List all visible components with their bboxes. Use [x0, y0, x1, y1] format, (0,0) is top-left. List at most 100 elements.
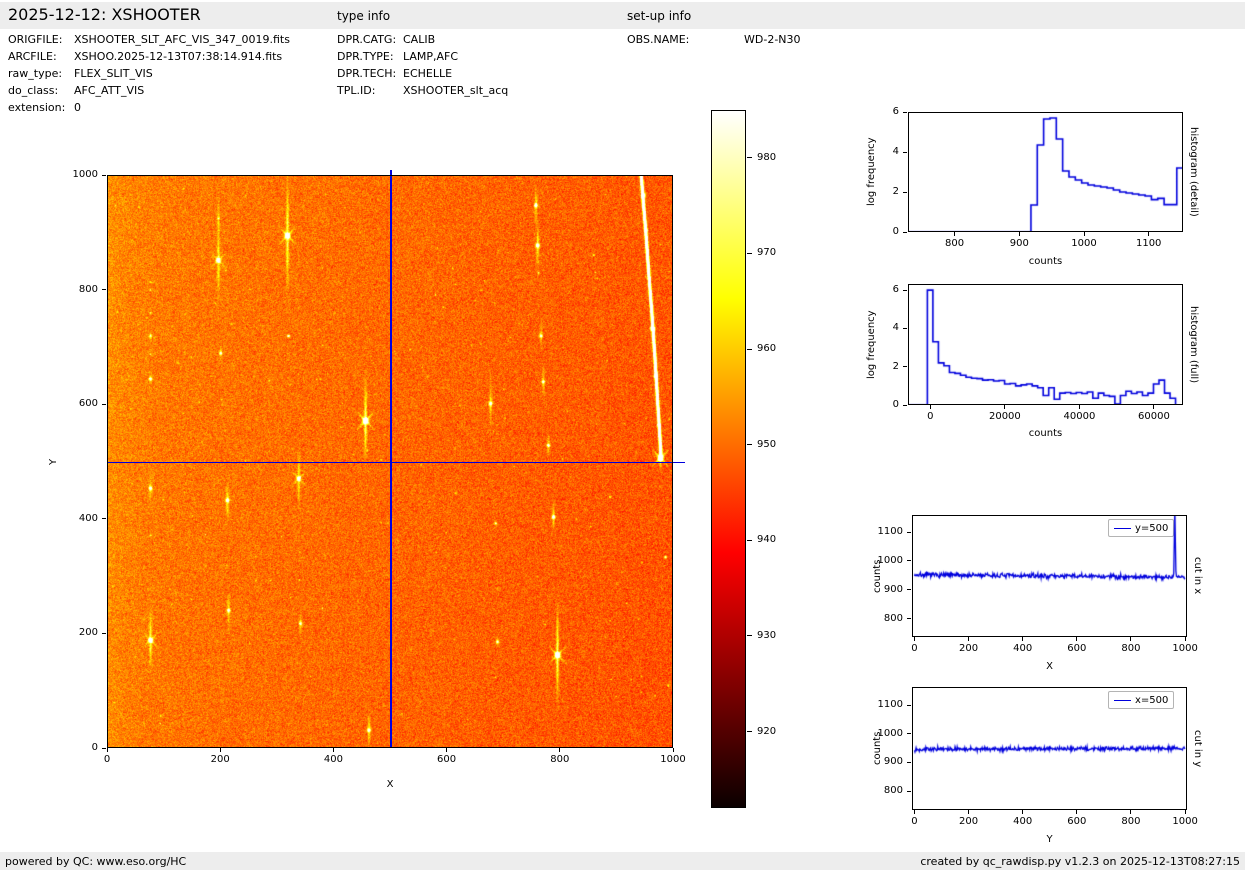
colorbar — [711, 110, 746, 808]
y-tick-mark — [907, 589, 911, 590]
x-tick-mark — [1076, 810, 1077, 814]
histogram-full-frame — [908, 284, 1183, 405]
y-tick-label: 0 — [58, 742, 98, 754]
x-tick-label: 20000 — [980, 411, 1030, 423]
histogram-detail-frame — [908, 112, 1183, 232]
y-tick-mark — [907, 791, 911, 792]
x-tick-mark — [1019, 232, 1020, 236]
y-tick-mark — [903, 192, 907, 193]
y-tick-label: 0 — [859, 226, 899, 238]
y-tick-mark — [102, 748, 106, 749]
meta-label: DPR.CATG: — [337, 33, 396, 46]
meta-value: XSHOOTER_SLT_AFC_VIS_347_0019.fits — [74, 33, 290, 46]
x-tick-mark — [220, 748, 221, 752]
meta-label: do_class: — [8, 84, 58, 97]
x-tick-mark — [446, 748, 447, 752]
colorbar-tick-mark — [747, 349, 752, 350]
meta-value: LAMP,AFC — [403, 50, 458, 63]
x-tick-mark — [954, 232, 955, 236]
x-tick-mark — [914, 637, 915, 641]
y-tick-label: 900 — [863, 756, 903, 768]
colorbar-tick-label: 940 — [757, 534, 776, 546]
cut-x-frame — [912, 515, 1187, 637]
cut-y-xlabel: Y — [912, 834, 1187, 845]
y-tick-mark — [907, 618, 911, 619]
x-tick-label: 0 — [905, 411, 955, 423]
y-tick-label: 1000 — [58, 169, 98, 181]
x-tick-label: 1000 — [1160, 643, 1210, 655]
y-tick-mark — [903, 405, 907, 406]
meta-value: WD-2-N30 — [744, 33, 801, 46]
x-tick-label: 1000 — [1059, 238, 1109, 250]
y-tick-label: 400 — [58, 513, 98, 525]
x-tick-label: 40000 — [1054, 411, 1104, 423]
colorbar-tick-mark — [747, 253, 752, 254]
meta-label: DPR.TECH: — [337, 67, 396, 80]
y-tick-mark — [102, 289, 106, 290]
hist-full-right-label: histogram (full) — [1188, 284, 1199, 405]
x-tick-mark — [1084, 232, 1085, 236]
colorbar-tick-label: 970 — [757, 247, 776, 259]
meta-value: ECHELLE — [403, 67, 452, 80]
cut-y-frame — [912, 687, 1187, 810]
x-tick-mark — [1076, 637, 1077, 641]
y-tick-label: 1100 — [863, 526, 903, 538]
x-tick-label: 800 — [1106, 643, 1156, 655]
y-tick-mark — [903, 112, 907, 113]
meta-value: FLEX_SLIT_VIS — [74, 67, 153, 80]
y-tick-label: 4 — [859, 322, 899, 334]
meta-value: CALIB — [403, 33, 435, 46]
meta-value: AFC_ATT_VIS — [74, 84, 144, 97]
main-xlabel: X — [107, 779, 673, 790]
x-tick-mark — [333, 748, 334, 752]
hist-full-xlabel: counts — [908, 428, 1183, 439]
cut-x-xlabel: X — [912, 661, 1187, 672]
x-tick-mark — [1079, 405, 1080, 409]
y-tick-mark — [102, 404, 106, 405]
hist-detail-xlabel: counts — [908, 256, 1183, 267]
colorbar-tick-mark — [747, 540, 752, 541]
y-tick-label: 1100 — [863, 699, 903, 711]
meta-value: XSHOOTER_slt_acq — [403, 84, 508, 97]
y-tick-mark — [903, 232, 907, 233]
y-tick-mark — [907, 705, 911, 706]
colorbar-tick-label: 950 — [757, 439, 776, 451]
x-tick-mark — [968, 810, 969, 814]
meta-label: ORIGFILE: — [8, 33, 62, 46]
x-tick-label: 60000 — [1129, 411, 1179, 423]
x-tick-label: 600 — [1052, 816, 1102, 828]
x-tick-mark — [1153, 405, 1154, 409]
x-tick-label: 600 — [422, 754, 472, 766]
x-tick-mark — [1130, 637, 1131, 641]
y-tick-mark — [903, 366, 907, 367]
x-tick-label: 0 — [889, 816, 939, 828]
footer-right-text: created by qc_rawdisp.py v1.2.3 on 2025-… — [920, 855, 1240, 868]
y-tick-label: 0 — [859, 399, 899, 411]
x-tick-mark — [1185, 810, 1186, 814]
x-tick-label: 1000 — [648, 754, 698, 766]
colorbar-tick-label: 980 — [757, 152, 776, 164]
y-tick-label: 600 — [58, 398, 98, 410]
meta-label: TPL.ID: — [337, 84, 375, 97]
x-tick-mark — [559, 748, 560, 752]
x-tick-label: 900 — [994, 238, 1044, 250]
y-tick-label: 2 — [859, 361, 899, 373]
y-tick-label: 1000 — [863, 728, 903, 740]
footer-left-text: powered by QC: www.eso.org/HC — [5, 855, 186, 868]
x-tick-mark — [914, 810, 915, 814]
x-tick-label: 600 — [1052, 643, 1102, 655]
y-tick-mark — [907, 532, 911, 533]
x-tick-label: 1000 — [1160, 816, 1210, 828]
main-plot-frame — [107, 175, 673, 748]
x-tick-mark — [1185, 637, 1186, 641]
meta-value: XSHOO.2025-12-13T07:38:14.914.fits — [74, 50, 282, 63]
hist-full-ylabel: log frequency — [866, 284, 877, 405]
colorbar-tick-label: 930 — [757, 630, 776, 642]
colorbar-tick-mark — [747, 635, 752, 636]
y-tick-mark — [907, 762, 911, 763]
y-tick-mark — [907, 733, 911, 734]
colorbar-tick-mark — [747, 444, 752, 445]
colorbar-tick-label: 920 — [757, 726, 776, 738]
y-tick-label: 2 — [859, 186, 899, 198]
x-tick-mark — [1022, 637, 1023, 641]
